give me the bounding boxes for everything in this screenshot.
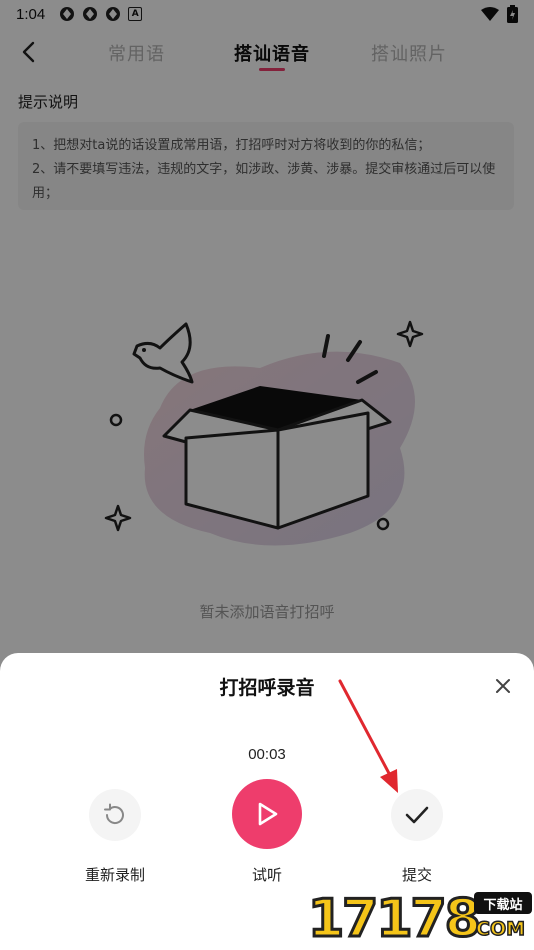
close-button[interactable] xyxy=(490,673,516,699)
watermark-suffix: COM xyxy=(475,917,526,941)
close-icon xyxy=(496,679,510,693)
refresh-icon xyxy=(104,803,124,824)
sheet-title: 打招呼录音 xyxy=(219,677,315,699)
watermark-digits: 17178 xyxy=(307,888,483,950)
play-label: 试听 xyxy=(251,866,282,884)
play-icon xyxy=(258,802,278,826)
site-watermark: 17178 下载站 COM xyxy=(307,888,534,950)
rerecord-label: 重新录制 xyxy=(84,866,145,884)
play-button[interactable] xyxy=(232,779,302,849)
watermark-badge: 下载站 xyxy=(474,892,532,914)
annotation-arrow xyxy=(338,679,398,793)
recording-timer: 00:03 xyxy=(248,746,286,763)
submit-label: 提交 xyxy=(401,866,432,884)
check-icon xyxy=(405,806,429,824)
rerecord-button[interactable] xyxy=(89,789,141,841)
